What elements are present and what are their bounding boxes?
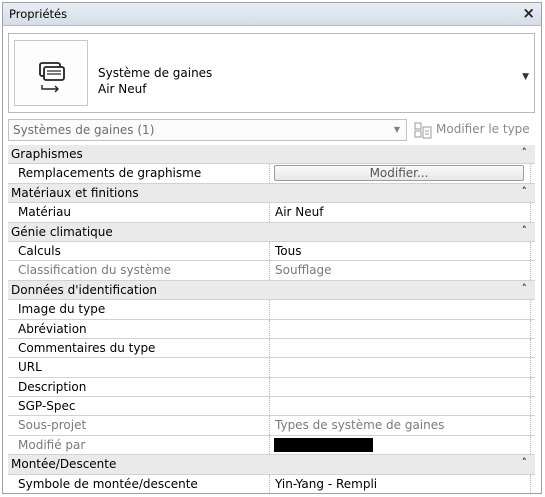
group-title: Données d'identification bbox=[11, 282, 158, 297]
property-row: Image du type bbox=[8, 300, 535, 320]
element-filter-dropdown[interactable]: Systèmes de gaines (1) ▼ bbox=[8, 119, 407, 141]
row-edge bbox=[530, 203, 531, 222]
column-divider bbox=[269, 203, 270, 222]
dropdown-arrow-icon: ▼ bbox=[393, 125, 400, 134]
property-name: Classification du système bbox=[18, 263, 172, 278]
property-name: Description bbox=[18, 379, 87, 394]
edit-type-label: Modifier le type bbox=[436, 122, 530, 136]
row-edge bbox=[530, 338, 531, 358]
group-header[interactable]: Montée/Descente ˄ bbox=[8, 455, 535, 475]
column-divider bbox=[269, 435, 270, 455]
property-name: Sous-projet bbox=[18, 418, 87, 433]
property-name: Abréviation bbox=[18, 321, 87, 336]
property-name: URL bbox=[18, 360, 42, 375]
row-edge bbox=[530, 300, 531, 319]
property-name: SGP-Spec bbox=[18, 399, 76, 414]
property-name: Symbole de montée/descente bbox=[18, 476, 198, 491]
group-title: Montée/Descente bbox=[11, 457, 117, 472]
column-divider bbox=[269, 241, 270, 261]
row-edge bbox=[530, 319, 531, 338]
collapse-icon[interactable]: ˄ bbox=[522, 456, 528, 469]
column-divider bbox=[269, 416, 270, 435]
group-header[interactable]: Données d'identification ˄ bbox=[8, 280, 535, 301]
panel-titlebar: Propriétés × bbox=[3, 3, 541, 26]
group-title: Génie climatique bbox=[11, 224, 113, 239]
property-name: Matériau bbox=[18, 205, 72, 220]
modify-graphics-button[interactable]: Modifier... bbox=[274, 165, 524, 182]
element-filter-value: Systèmes de gaines (1) bbox=[13, 123, 155, 137]
column-divider bbox=[269, 164, 270, 183]
property-name: Image du type bbox=[18, 302, 106, 317]
property-row: Commentaires du type bbox=[8, 338, 535, 359]
properties-panel: Propriétés × Système de gaines Air Neuf … bbox=[2, 2, 542, 494]
property-name: Modifié par bbox=[18, 437, 86, 452]
column-divider bbox=[269, 338, 270, 358]
row-edge bbox=[530, 435, 531, 455]
property-row: Remplacements de graphisme Modifier... bbox=[8, 164, 535, 184]
column-divider bbox=[269, 300, 270, 319]
property-name: Remplacements de graphisme bbox=[18, 166, 202, 181]
property-value[interactable]: Yin-Yang - Rempli bbox=[275, 477, 377, 491]
column-divider bbox=[269, 474, 270, 493]
property-row: Classification du système Soufflage bbox=[8, 261, 535, 281]
edit-type-icon bbox=[414, 122, 432, 139]
group-title: Graphismes bbox=[11, 147, 83, 161]
duct-system-icon bbox=[39, 62, 65, 93]
column-divider bbox=[269, 358, 270, 377]
property-row: Sous-projet Types de système de gaines bbox=[8, 416, 535, 436]
property-value[interactable]: Tous bbox=[275, 244, 302, 258]
property-value: Soufflage bbox=[275, 263, 332, 278]
row-edge bbox=[530, 397, 531, 416]
group-header[interactable]: Génie climatique ˄ bbox=[8, 222, 535, 242]
type-name: Système de gaines Air Neuf bbox=[98, 65, 212, 97]
collapse-icon[interactable]: ˄ bbox=[522, 282, 528, 295]
property-row: Modifié par bbox=[8, 435, 535, 456]
property-row: URL bbox=[8, 358, 535, 378]
column-divider bbox=[269, 261, 270, 280]
type-preview bbox=[14, 40, 88, 106]
column-divider bbox=[269, 377, 270, 397]
type-type: Air Neuf bbox=[98, 82, 147, 96]
row-edge bbox=[530, 261, 531, 280]
column-divider bbox=[269, 397, 270, 416]
group-header[interactable]: Matériaux et finitions ˄ bbox=[8, 183, 535, 204]
property-name: Calculs bbox=[18, 243, 61, 258]
collapse-icon[interactable]: ˄ bbox=[522, 224, 528, 237]
close-icon[interactable]: × bbox=[522, 4, 535, 22]
property-row: Matériau Air Neuf bbox=[8, 203, 535, 223]
property-row: Description bbox=[8, 377, 535, 398]
property-row: Calculs Tous bbox=[8, 241, 535, 262]
property-row: Symbole de montée/descente Yin-Yang - Rem… bbox=[8, 474, 535, 493]
row-edge bbox=[530, 474, 531, 493]
row-edge bbox=[530, 164, 531, 183]
row-edge bbox=[530, 358, 531, 377]
panel-title: Propriétés bbox=[9, 7, 68, 21]
property-name: Commentaires du type bbox=[18, 340, 156, 355]
row-edge bbox=[530, 416, 531, 435]
column-divider bbox=[269, 319, 270, 338]
group-header[interactable]: Graphismes ˄ bbox=[8, 145, 535, 165]
property-row: Abréviation bbox=[8, 319, 535, 339]
collapse-icon[interactable]: ˄ bbox=[522, 146, 528, 159]
type-family: Système de gaines bbox=[98, 66, 213, 80]
row-edge bbox=[530, 377, 531, 397]
redacted-value bbox=[274, 437, 373, 452]
property-row: SGP-Spec bbox=[8, 397, 535, 417]
row-edge bbox=[530, 241, 531, 261]
group-title: Matériaux et finitions bbox=[11, 185, 139, 200]
collapse-icon[interactable]: ˄ bbox=[522, 185, 528, 198]
chevron-down-icon[interactable]: ▼ bbox=[522, 72, 529, 82]
type-selector[interactable]: Système de gaines Air Neuf ▼ bbox=[8, 33, 535, 113]
property-value[interactable]: Air Neuf bbox=[275, 205, 323, 219]
properties-grid: Graphismes ˄ Remplacements de graphisme Mod… bbox=[8, 145, 535, 493]
property-value: Types de système de gaines bbox=[275, 418, 445, 433]
